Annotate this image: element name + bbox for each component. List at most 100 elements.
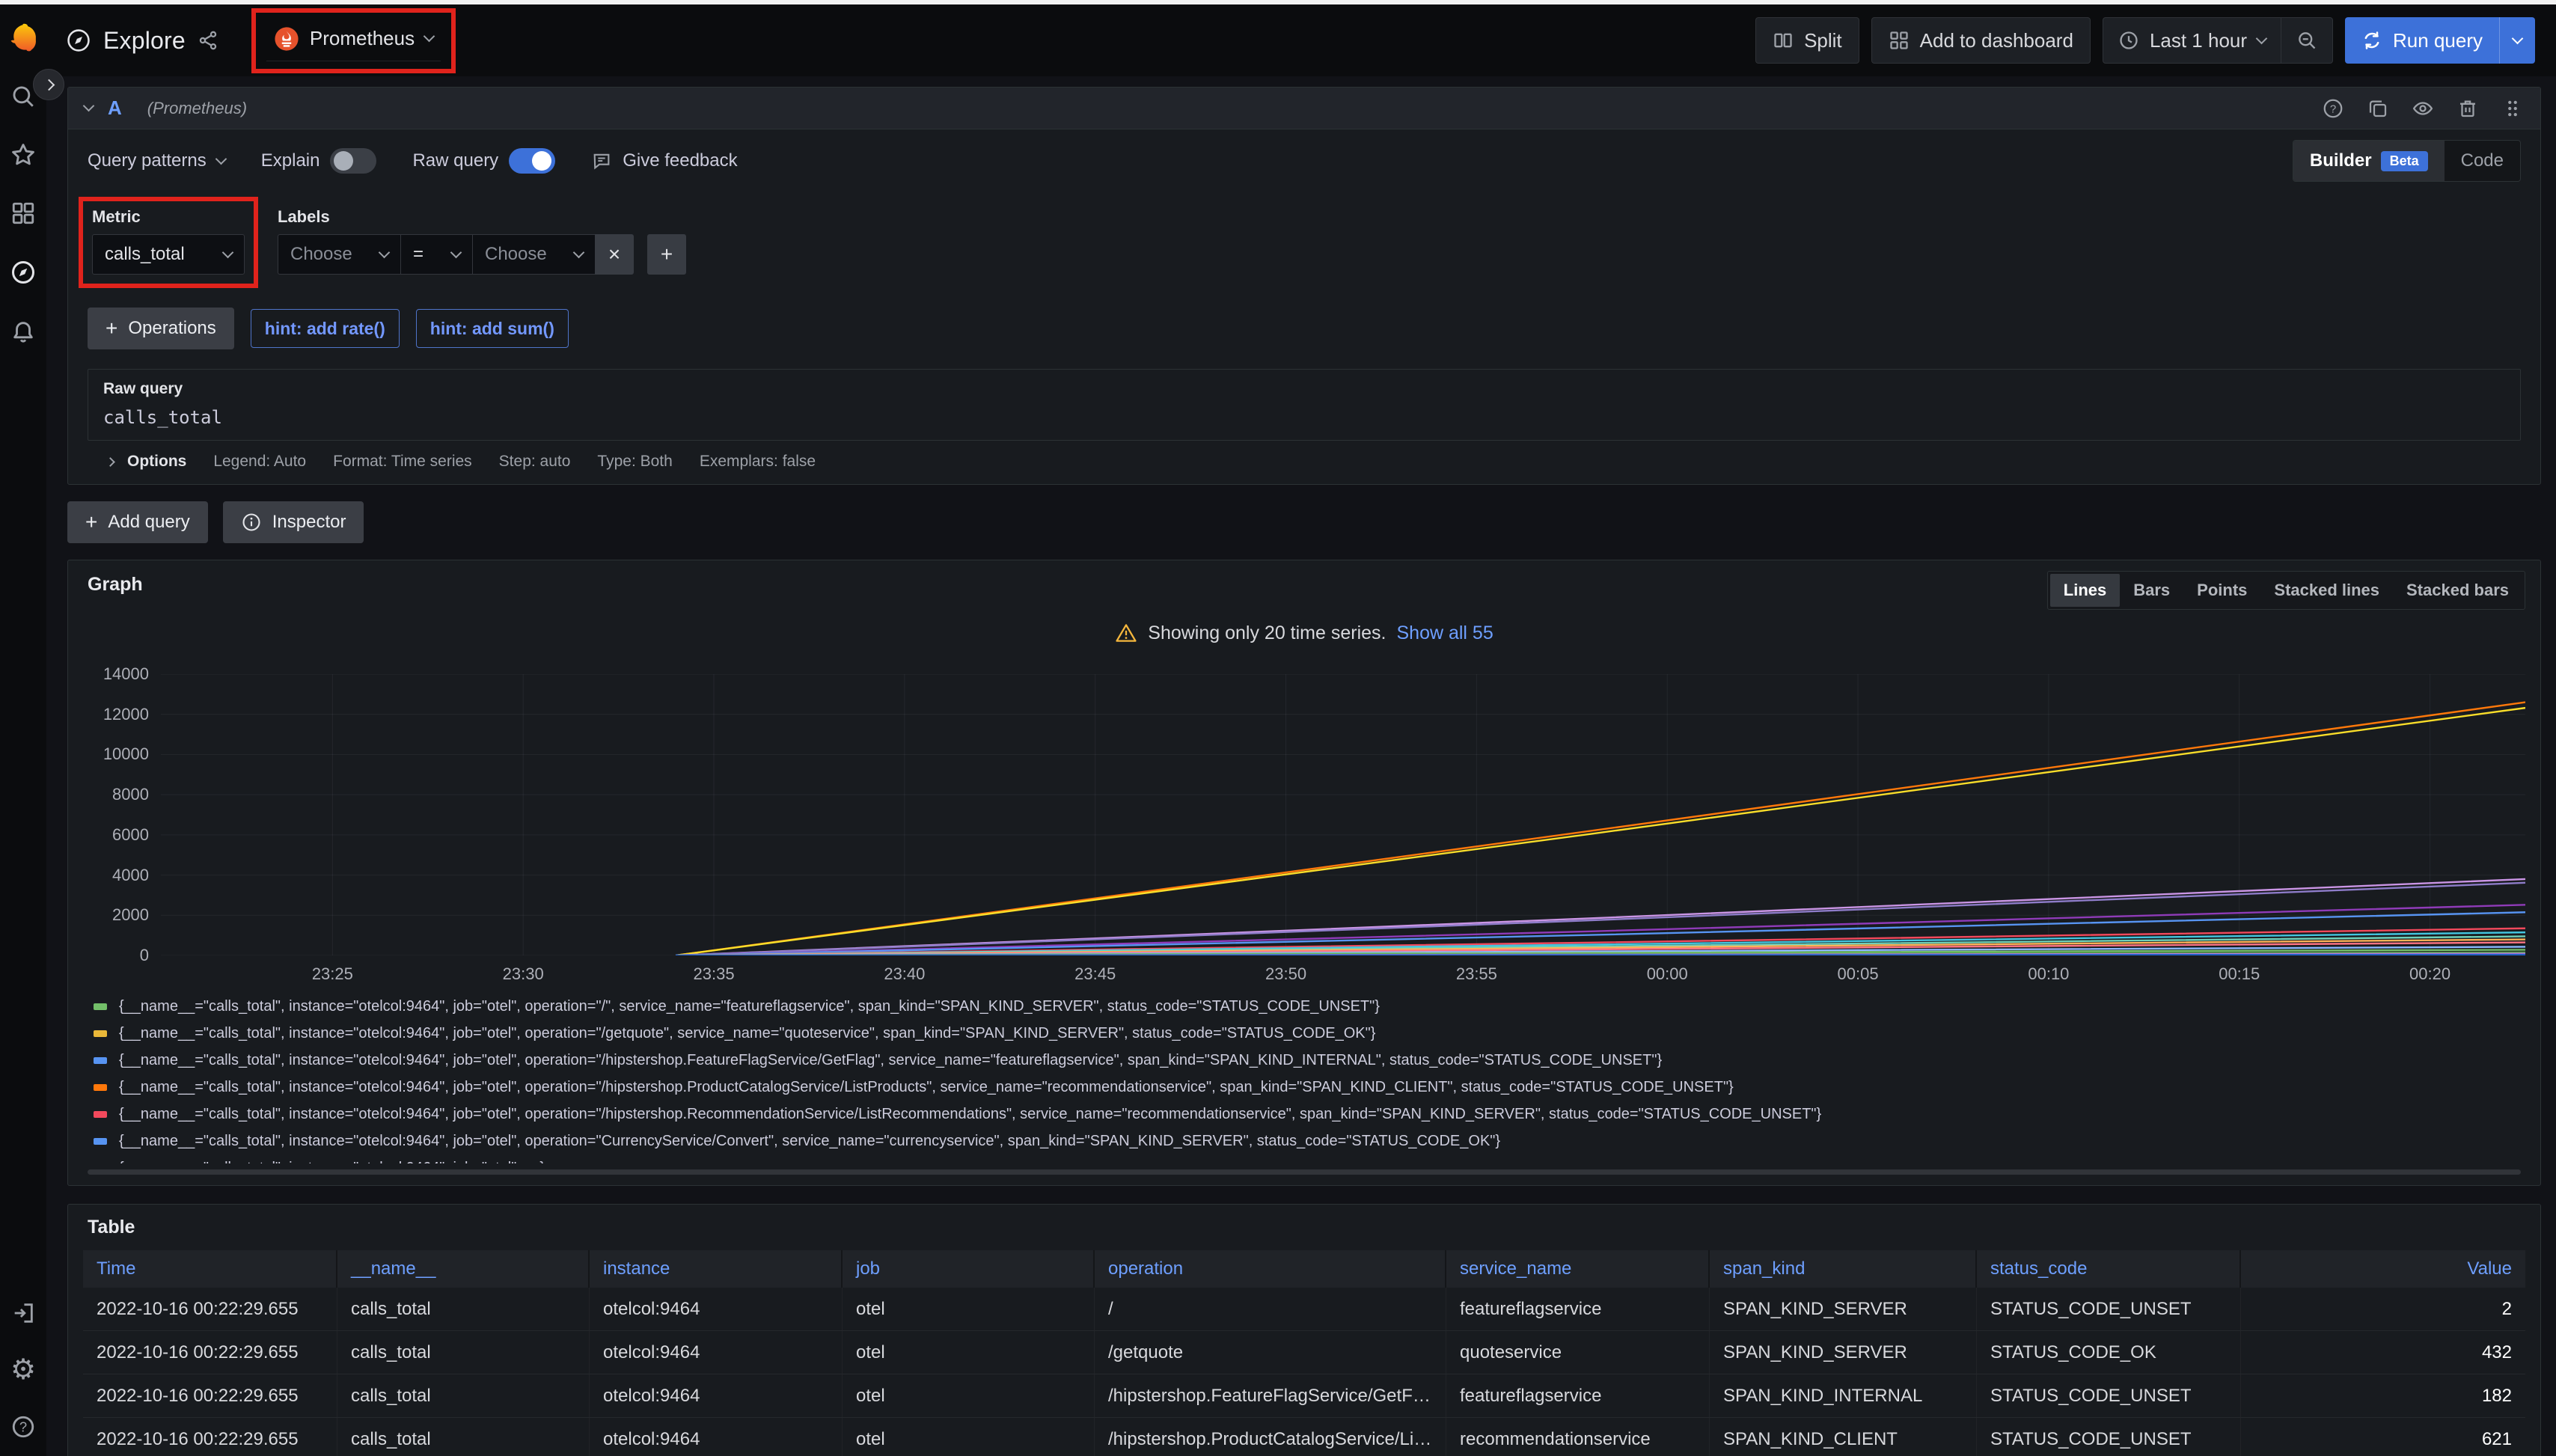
query-editor-panel: A (Prometheus) ? [67,87,2541,485]
grafana-logo-icon[interactable] [7,21,40,54]
metric-label: Metric [92,207,245,227]
legend-item[interactable]: {__name__="calls_total", instance="otelc… [94,1128,2525,1154]
explore-nav-icon[interactable] [10,259,37,286]
table-row[interactable]: 2022-10-16 00:22:29.655calls_totalotelco… [83,1374,2525,1418]
table-cell: calls_total [337,1288,590,1330]
table-panel-title: Table [83,1214,2525,1238]
legend-item[interactable]: {__name__="calls_total", instance="otelc… [94,1074,2525,1101]
label-value-select[interactable]: Choose [472,234,595,275]
split-icon [1773,30,1794,51]
table-cell: STATUS_CODE_UNSET [1977,1418,2241,1456]
raw-query-toggle[interactable] [509,148,555,174]
delete-query-trash-icon[interactable] [2456,97,2479,120]
time-series-chart[interactable]: 02000400060008000100001200014000 [83,674,2525,955]
graph-mode-points[interactable]: Points [2183,574,2260,607]
column-header-status-code[interactable]: status_code [1977,1250,2241,1288]
datasource-picker[interactable]: Prometheus [266,20,441,61]
legend-item[interactable]: {__name__="calls_total", instance="otelc… [94,1020,2525,1047]
x-tick-label: 00:10 [2028,964,2069,984]
column-header-value[interactable]: Value [2241,1250,2525,1288]
add-label-filter-button[interactable]: + [647,234,686,275]
option-meta-item: Exemplars: false [700,453,816,471]
options-label: Options [127,453,186,471]
column-header--name-[interactable]: __name__ [337,1250,590,1288]
graph-mode-stacked-lines[interactable]: Stacked lines [2260,574,2393,607]
graph-mode-bars[interactable]: Bars [2120,574,2183,607]
legend-series-label: {__name__="calls_total", instance="otelc… [119,1160,545,1164]
column-header-job[interactable]: job [843,1250,1095,1288]
legend-scrollbar[interactable] [88,1169,2521,1175]
settings-gear-icon[interactable]: ⚙ [10,1356,36,1384]
sidebar-expand-button[interactable] [33,69,64,100]
annotation-box-metric: Metric calls_total [79,197,258,288]
show-all-series-link[interactable]: Show all 55 [1396,623,1493,644]
hide-query-eye-icon[interactable] [2412,97,2434,120]
table-row[interactable]: 2022-10-16 00:22:29.655calls_totalotelco… [83,1331,2525,1374]
help-icon[interactable]: ? [10,1414,36,1440]
x-tick-label: 23:25 [312,964,353,984]
query-patterns-dropdown[interactable]: Query patterns [88,150,225,171]
query-help-icon[interactable]: ? [2322,97,2344,120]
give-feedback-link[interactable]: Give feedback [591,150,737,171]
label-operator-select[interactable]: = [400,234,472,275]
duplicate-query-icon[interactable] [2367,97,2389,120]
add-operation-button[interactable]: + Operations [88,308,234,349]
table-cell: otelcol:9464 [590,1288,843,1330]
query-options-row[interactable]: Options Legend: AutoFormat: Time seriesS… [88,441,2521,484]
y-tick-label: 6000 [112,825,149,845]
column-header-service-name[interactable]: service_name [1446,1250,1710,1288]
column-header-span-kind[interactable]: span_kind [1710,1250,1977,1288]
raw-query-preview: Raw query calls_total [88,369,2521,441]
table-cell: 2022-10-16 00:22:29.655 [83,1331,337,1374]
x-tick-label: 23:30 [503,964,544,984]
graph-mode-stacked-bars[interactable]: Stacked bars [2393,574,2522,607]
legend-item[interactable]: {__name__="calls_total", instance="otelc… [94,993,2525,1020]
inspector-button[interactable]: Inspector [223,501,364,543]
legend-item[interactable]: {__name__="calls_total", instance="otelc… [94,1047,2525,1074]
run-query-dropdown[interactable] [2499,17,2535,64]
query-hint-button-1[interactable]: hint: add sum() [416,309,569,348]
add-query-button[interactable]: + Add query [67,501,208,543]
table-cell: recommendationservice [1446,1418,1710,1456]
zoom-out-icon [2296,30,2317,51]
column-header-time[interactable]: Time [83,1250,337,1288]
drag-handle-icon[interactable] [2501,97,2524,120]
zoom-out-button[interactable] [2281,18,2332,63]
compass-icon [66,28,91,53]
column-header-operation[interactable]: operation [1095,1250,1446,1288]
starred-icon[interactable] [10,142,36,168]
query-hint-button-0[interactable]: hint: add rate() [251,309,400,348]
table-cell: otelcol:9464 [590,1331,843,1374]
column-header-instance[interactable]: instance [590,1250,843,1288]
run-query-button[interactable]: Run query [2345,17,2499,64]
share-icon[interactable] [198,30,218,51]
table-row[interactable]: 2022-10-16 00:22:29.655calls_totalotelco… [83,1418,2525,1456]
dashboards-icon[interactable] [10,201,36,226]
legend-swatch-icon [94,1111,107,1118]
plot-area[interactable] [161,674,2525,955]
builder-tab[interactable]: Builder Beta [2293,141,2445,181]
graph-panel: Graph LinesBarsPointsStacked linesStacke… [67,560,2541,1186]
code-tab[interactable]: Code [2445,141,2520,181]
collapse-chevron-icon[interactable] [83,100,95,112]
secondary-actions: + Add query Inspector [67,501,2541,543]
sign-in-icon[interactable] [10,1300,36,1326]
search-icon[interactable] [10,84,36,109]
remove-label-filter-button[interactable]: × [595,234,634,275]
explain-toggle[interactable] [330,148,376,174]
query-row-header[interactable]: A (Prometheus) ? [68,88,2540,129]
metric-select[interactable]: calls_total [92,234,245,275]
x-tick-label: 00:20 [2409,964,2450,984]
legend-item[interactable]: {__name__="calls_total", instance="otelc… [94,1154,2525,1163]
x-axis: 23:2523:3023:3523:4023:4523:5023:5500:00… [161,955,2525,987]
split-button[interactable]: Split [1755,17,1859,64]
alerting-bell-icon[interactable] [10,319,36,344]
legend-item[interactable]: {__name__="calls_total", instance="otelc… [94,1101,2525,1128]
graph-mode-lines[interactable]: Lines [2050,574,2120,607]
table-cell: calls_total [337,1331,590,1374]
time-range-button[interactable]: Last 1 hour [2103,18,2281,63]
label-key-select[interactable]: Choose [278,234,400,275]
table-cell: otel [843,1418,1095,1456]
add-to-dashboard-button[interactable]: Add to dashboard [1871,17,2091,64]
table-row[interactable]: 2022-10-16 00:22:29.655calls_totalotelco… [83,1288,2525,1331]
